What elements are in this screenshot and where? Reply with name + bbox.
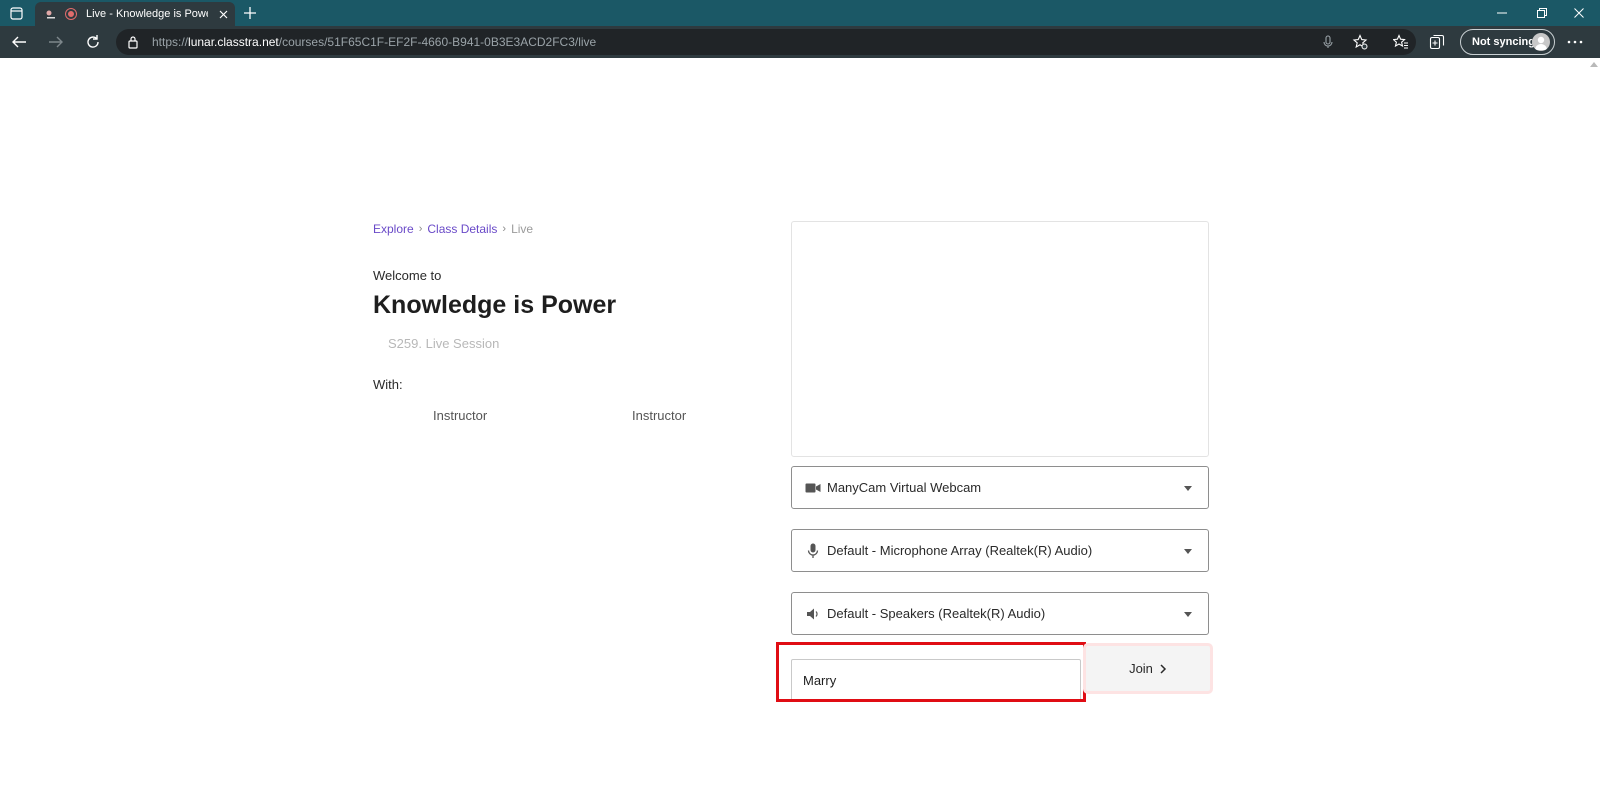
- join-button[interactable]: Join: [1083, 643, 1213, 694]
- chevron-right-icon: [1160, 663, 1166, 674]
- microphone-select-value: Default - Microphone Array (Realtek(R) A…: [827, 543, 1093, 558]
- microphone-icon: [805, 543, 821, 559]
- avatar-icon: [1532, 33, 1550, 51]
- back-arrow-icon[interactable]: [10, 33, 28, 51]
- recording-icon: [65, 8, 77, 20]
- profile-button[interactable]: Not syncing: [1460, 29, 1555, 55]
- url-scheme: https://: [152, 35, 189, 49]
- restore-icon[interactable]: [1534, 5, 1550, 21]
- profile-label: Not syncing: [1472, 36, 1535, 48]
- collections-icon[interactable]: [1428, 33, 1446, 51]
- video-camera-icon: [805, 480, 821, 496]
- display-name-input[interactable]: [791, 659, 1081, 702]
- tab-actions-icon[interactable]: [8, 5, 24, 21]
- microphone-select[interactable]: Default - Microphone Array (Realtek(R) A…: [791, 529, 1209, 572]
- join-button-label: Join: [1129, 661, 1153, 676]
- video-preview: [791, 221, 1209, 457]
- class-title: Knowledge is Power: [373, 291, 617, 319]
- favorites-icon[interactable]: [1392, 33, 1410, 51]
- close-tab-icon[interactable]: [216, 7, 230, 21]
- url-text[interactable]: https://lunar.classtra.net/courses/51F65…: [152, 35, 596, 49]
- refresh-icon[interactable]: [84, 33, 102, 51]
- breadcrumb: Explore › Class Details › Live: [373, 222, 533, 236]
- page-scrollbar[interactable]: [1588, 58, 1600, 793]
- speaker-icon: [805, 606, 821, 622]
- instructor-name: Instructor: [433, 408, 488, 423]
- microphone-icon[interactable]: [1320, 34, 1336, 50]
- url-path: /courses/51F65C1F-EF2F-4660-B941-0B3E3AC…: [278, 35, 597, 49]
- address-bar[interactable]: https://lunar.classtra.net/courses/51F65…: [116, 29, 1416, 55]
- active-tab[interactable]: Live - Knowledge is Power |: [35, 2, 235, 26]
- breadcrumb-class-details-link[interactable]: Class Details: [427, 222, 497, 236]
- browser-toolbar: https://lunar.classtra.net/courses/51F65…: [0, 26, 1600, 58]
- site-favicon-icon: [46, 10, 55, 19]
- lock-icon[interactable]: [126, 35, 140, 49]
- close-window-icon[interactable]: [1571, 5, 1587, 21]
- page-content: Explore › Class Details › Live Welcome t…: [0, 58, 1600, 793]
- add-favorite-icon[interactable]: [1352, 34, 1368, 50]
- breadcrumb-separator: ›: [418, 223, 423, 235]
- new-tab-icon[interactable]: [242, 5, 258, 21]
- with-label: With:: [373, 377, 403, 392]
- chevron-down-icon: [1184, 612, 1192, 617]
- chevron-down-icon: [1184, 549, 1192, 554]
- speakers-select[interactable]: Default - Speakers (Realtek(R) Audio): [791, 592, 1209, 635]
- forward-arrow-icon[interactable]: [47, 33, 65, 51]
- welcome-text: Welcome to: [373, 268, 442, 283]
- speakers-select-value: Default - Speakers (Realtek(R) Audio): [827, 606, 1046, 621]
- camera-select[interactable]: ManyCam Virtual Webcam: [791, 466, 1209, 509]
- session-subtitle: S259. Live Session: [388, 336, 500, 351]
- tab-title: Live - Knowledge is Power |: [86, 8, 208, 20]
- breadcrumb-current: Live: [511, 222, 534, 236]
- more-options-icon[interactable]: [1566, 33, 1584, 51]
- chevron-down-icon: [1184, 486, 1192, 491]
- breadcrumb-explore-link[interactable]: Explore: [373, 222, 414, 236]
- scroll-up-icon[interactable]: [1590, 62, 1598, 67]
- url-host: lunar.classtra.net: [188, 35, 279, 49]
- camera-select-value: ManyCam Virtual Webcam: [827, 480, 982, 495]
- instructor-name: Instructor: [632, 408, 687, 423]
- minimize-icon[interactable]: [1494, 5, 1510, 21]
- tab-strip: Live - Knowledge is Power |: [0, 0, 1600, 26]
- breadcrumb-separator: ›: [502, 223, 507, 235]
